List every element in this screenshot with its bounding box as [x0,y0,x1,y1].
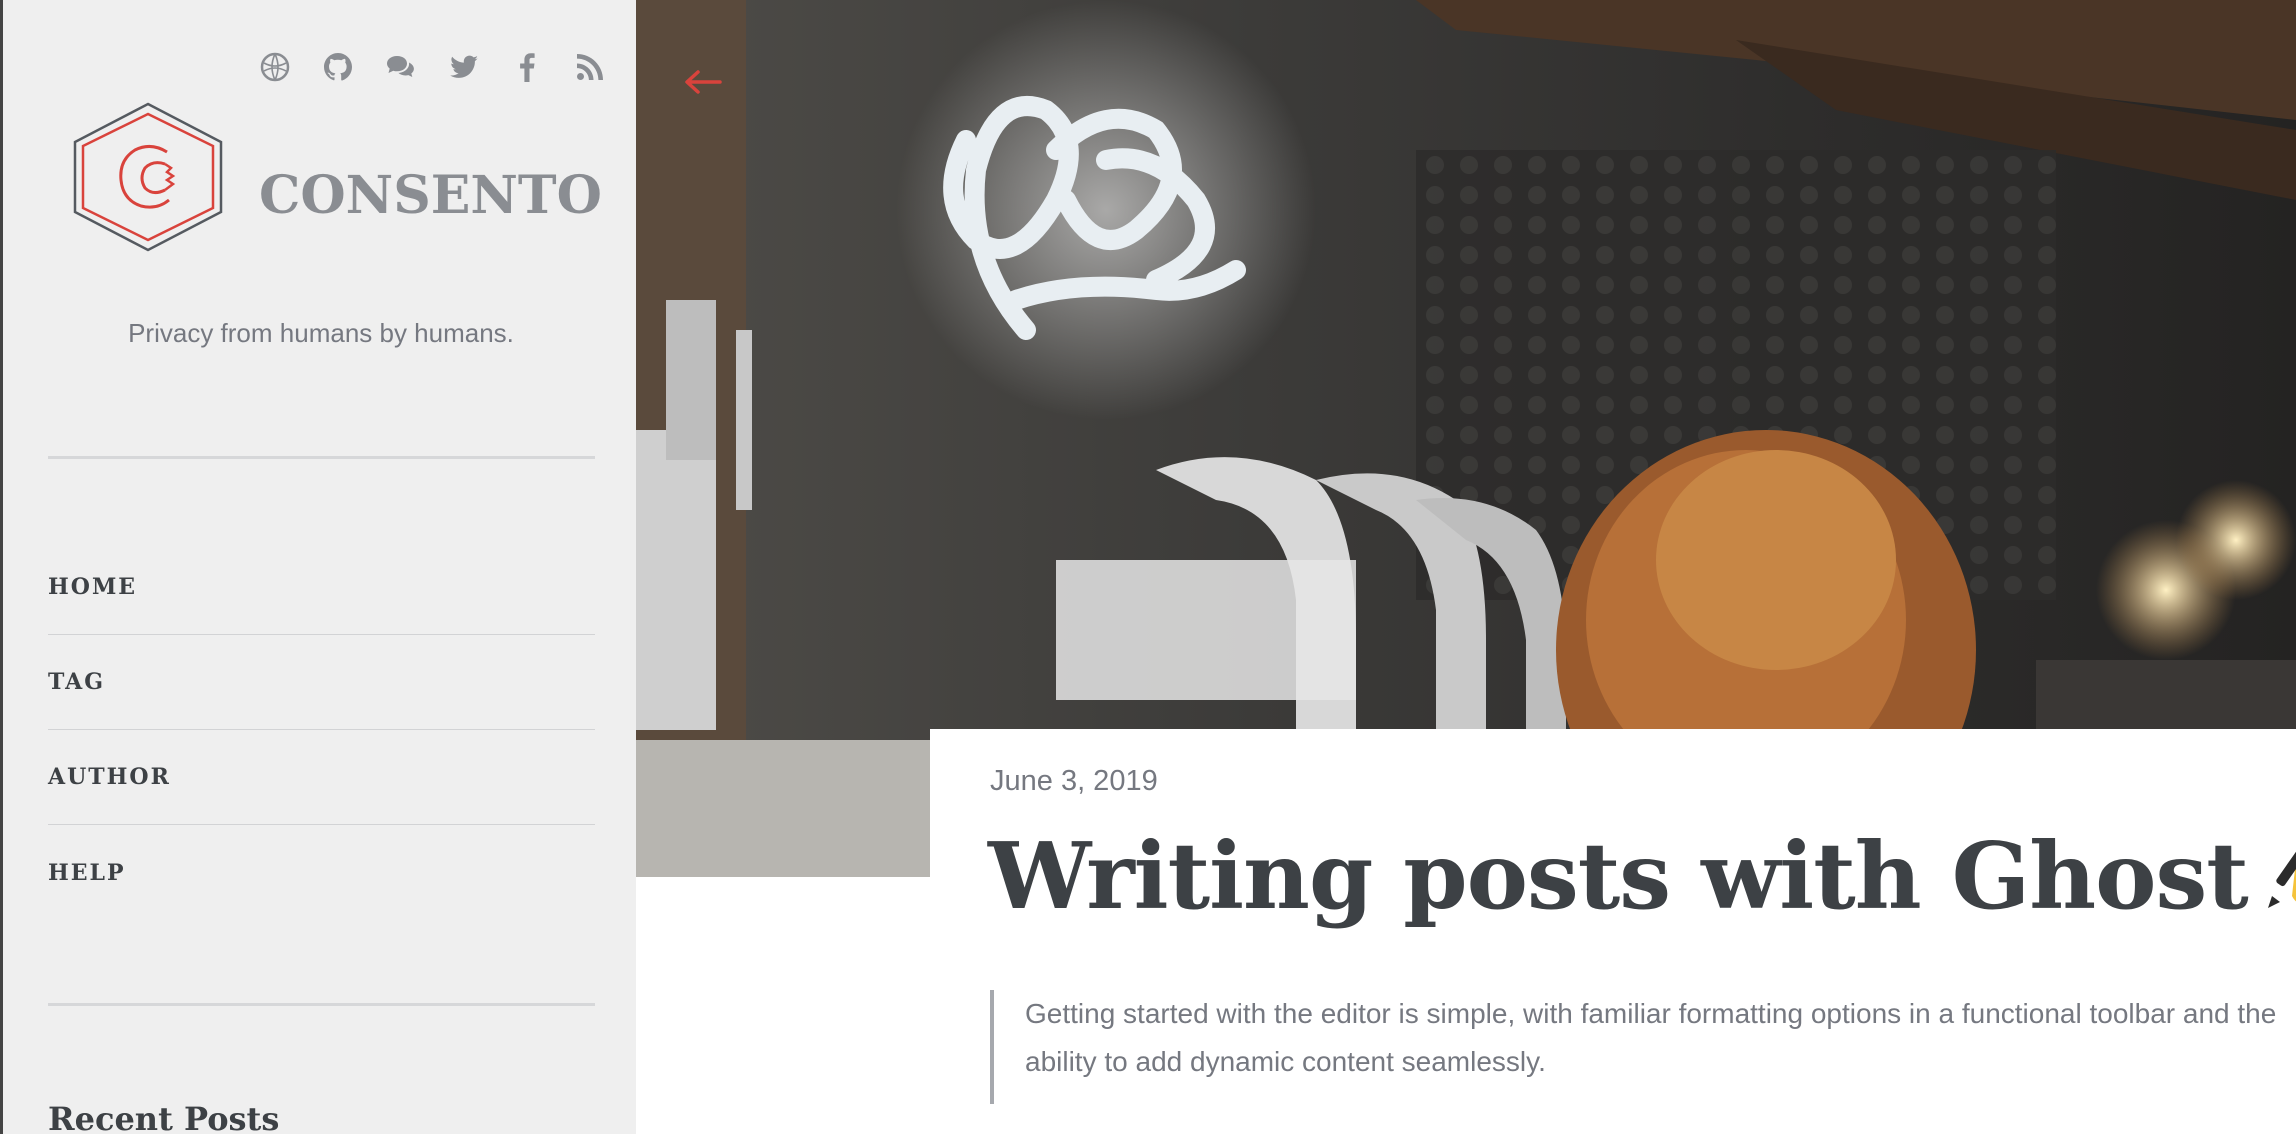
post-date: June 3, 2019 [990,765,1158,797]
site-logo[interactable] [63,102,233,252]
post-excerpt-line: Getting started with the editor is simpl… [1025,998,2277,1029]
sidebar-divider [48,456,595,459]
social-links [258,50,607,84]
site-tagline: Privacy from humans by humans. [128,318,514,348]
nav-item-author[interactable]: AUTHOR [48,730,595,825]
sidebar-divider [48,1003,595,1006]
nav-item-home[interactable]: HOME [48,540,595,635]
post-title: Writing posts with Ghost [988,820,2296,930]
main-nav: HOME TAG AUTHOR HELP [48,540,595,920]
twitter-icon[interactable] [447,50,481,84]
sidebar: CONSENTO Privacy from humans by humans. … [0,0,636,1138]
globe-icon[interactable] [258,50,292,84]
writing-hand-icon [2258,820,2296,920]
facebook-icon[interactable] [510,50,544,84]
chat-icon[interactable] [384,50,418,84]
arrow-left-icon[interactable] [680,62,724,102]
post-excerpt-line: ability to add dynamic content seamlessl… [1025,1046,1546,1077]
nav-item-tag[interactable]: TAG [48,635,595,730]
recent-posts-heading: Recent Posts [48,1100,280,1138]
rss-icon[interactable] [573,50,607,84]
nav-item-help[interactable]: HELP [48,825,595,920]
site-title[interactable]: CONSENTO [259,165,602,226]
github-icon[interactable] [321,50,355,84]
post-excerpt: Getting started with the editor is simpl… [990,990,2296,1104]
post-title-text: Writing posts with Ghost [988,822,2249,930]
